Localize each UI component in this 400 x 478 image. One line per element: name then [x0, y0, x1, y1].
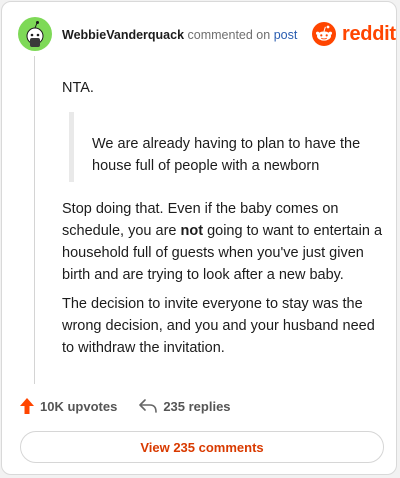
comment-paragraph-2: Stop doing that. Even if the baby comes … — [62, 198, 387, 286]
reply-count: 235 replies — [163, 398, 231, 414]
reddit-brand[interactable]: reddit — [312, 22, 396, 46]
upvote-count: 10K upvotes — [40, 398, 118, 414]
comment-paragraph-3: The decision to invite everyone to stay … — [62, 296, 375, 356]
quote-bar — [69, 112, 74, 182]
comment-stats: 10K upvotes 235 replies — [20, 398, 231, 414]
action-text: commented on — [187, 28, 271, 42]
upvote-button[interactable]: 10K upvotes — [20, 398, 117, 414]
comment-quote: We are already having to plan to have th… — [92, 136, 361, 174]
author-name[interactable]: WebbieVanderquack — [62, 28, 184, 42]
upvote-arrow-icon — [20, 398, 34, 414]
view-comments-button[interactable]: View 235 comments — [20, 431, 384, 463]
reddit-logo-icon — [312, 22, 336, 46]
paragraph-2-emphasis: not — [180, 223, 204, 239]
user-avatar[interactable] — [18, 17, 52, 51]
comment-header: WebbieVanderquack commented on post — [62, 27, 297, 43]
comment-verdict: NTA. — [62, 80, 94, 96]
thread-line — [34, 56, 35, 384]
reddit-wordmark: reddit — [342, 23, 396, 45]
replies-button[interactable]: 235 replies — [139, 398, 231, 414]
comment-card: WebbieVanderquack commented on post redd… — [1, 1, 397, 475]
post-link[interactable]: post — [274, 28, 298, 42]
reply-arrow-icon — [139, 399, 158, 413]
